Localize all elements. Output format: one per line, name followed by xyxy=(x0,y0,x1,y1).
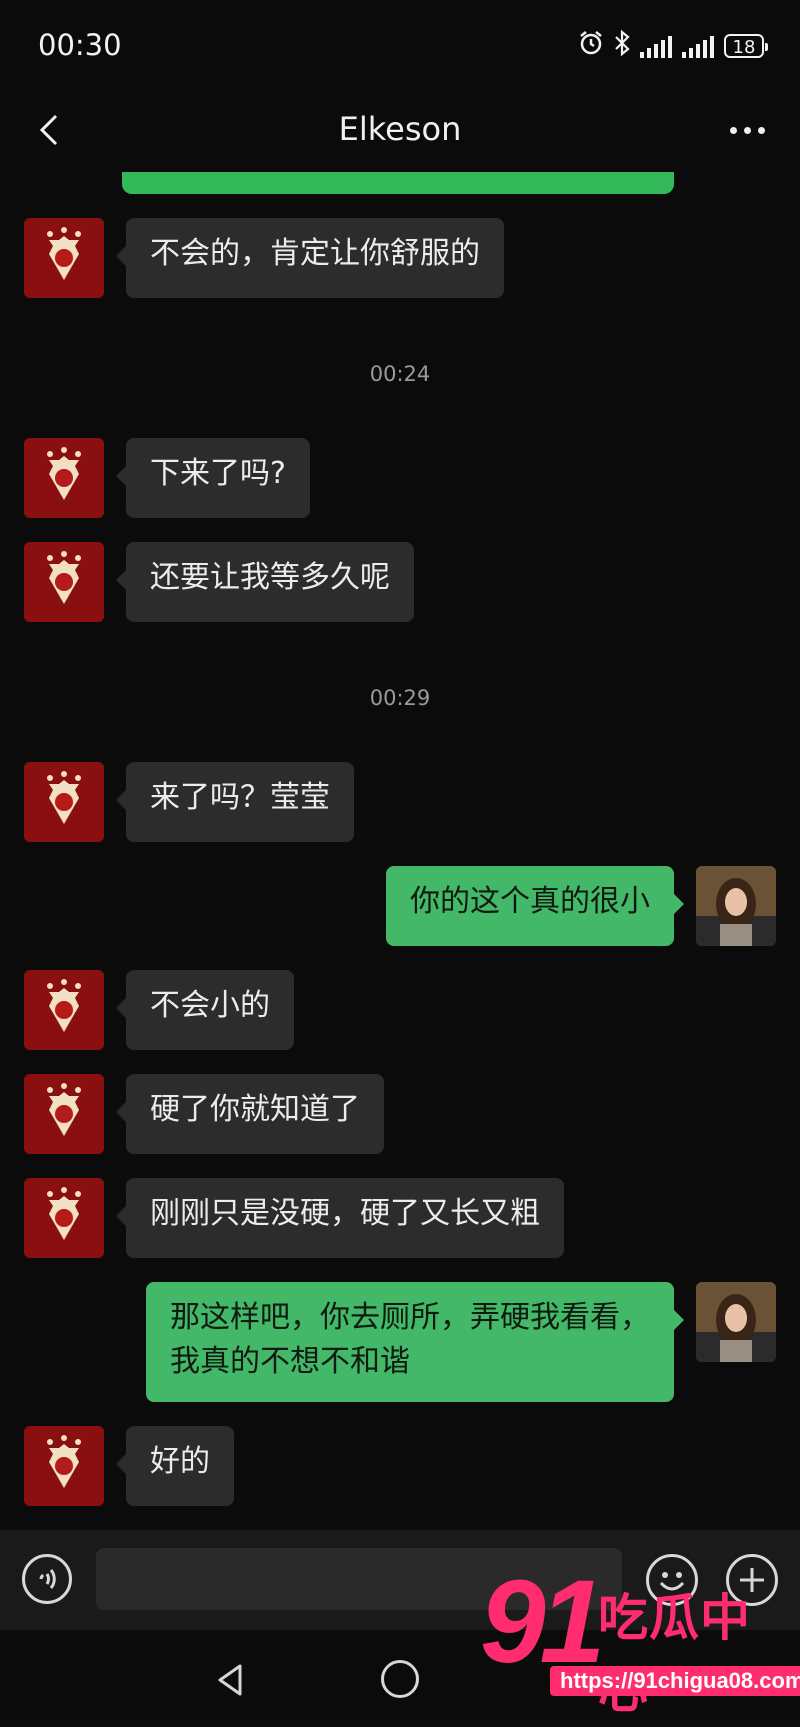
status-bar: 00:30 18 xyxy=(0,0,800,90)
message-bubble-incoming[interactable]: 硬了你就知道了 xyxy=(116,1074,384,1154)
contact-avatar[interactable] xyxy=(24,1178,104,1258)
my-avatar[interactable] xyxy=(696,866,776,946)
message-timestamp: 00:24 xyxy=(369,362,431,386)
battery-icon: 18 xyxy=(724,34,768,58)
previous-outgoing-bubble-edge xyxy=(122,172,674,194)
message-bubble-incoming[interactable]: 不会的，肯定让你舒服的 xyxy=(116,218,504,298)
contact-avatar[interactable] xyxy=(24,762,104,842)
message-timestamp: 00:29 xyxy=(369,686,431,710)
contact-avatar[interactable] xyxy=(24,218,104,298)
chat-title: Elkeson xyxy=(338,110,462,148)
signal-1-icon xyxy=(640,34,672,58)
bluetooth-icon xyxy=(614,29,630,62)
chat-header: Elkeson xyxy=(0,90,800,170)
contact-avatar[interactable] xyxy=(24,1074,104,1154)
watermark-logo: 91 吃瓜中心 https://91chigua08.com xyxy=(480,1556,800,1720)
voice-icon[interactable] xyxy=(22,1554,72,1604)
message-bubble-incoming[interactable]: 不会小的 xyxy=(116,970,294,1050)
more-icon[interactable] xyxy=(722,110,772,150)
contact-avatar[interactable] xyxy=(24,438,104,518)
status-time: 00:30 xyxy=(38,28,122,62)
message-bubble-incoming[interactable]: 刚刚只是没硬，硬了又长又粗 xyxy=(116,1178,564,1258)
alarm-icon xyxy=(578,30,604,62)
nav-back-icon[interactable] xyxy=(210,1660,250,1700)
watermark-url: https://91chigua08.com xyxy=(550,1666,800,1696)
contact-avatar[interactable] xyxy=(24,542,104,622)
contact-avatar[interactable] xyxy=(24,1426,104,1506)
contact-avatar[interactable] xyxy=(24,970,104,1050)
message-bubble-outgoing[interactable]: 你的这个真的很小 xyxy=(386,866,684,946)
message-bubble-incoming[interactable]: 来了吗？莹莹 xyxy=(116,762,354,842)
message-bubble-incoming[interactable]: 下来了吗? xyxy=(116,438,310,518)
message-bubble-incoming[interactable]: 还要让我等多久呢 xyxy=(116,542,414,622)
message-bubble-outgoing[interactable]: 那这样吧，你去厕所，弄硬我看看，我真的不想不和谐 xyxy=(146,1282,684,1402)
signal-2-icon xyxy=(682,34,714,58)
watermark-name: 吃瓜中心 xyxy=(598,1589,751,1719)
my-avatar[interactable] xyxy=(696,1282,776,1362)
nav-home-icon[interactable] xyxy=(381,1660,419,1698)
status-icons: 18 xyxy=(578,29,768,62)
message-bubble-incoming[interactable]: 好的 xyxy=(116,1426,234,1506)
